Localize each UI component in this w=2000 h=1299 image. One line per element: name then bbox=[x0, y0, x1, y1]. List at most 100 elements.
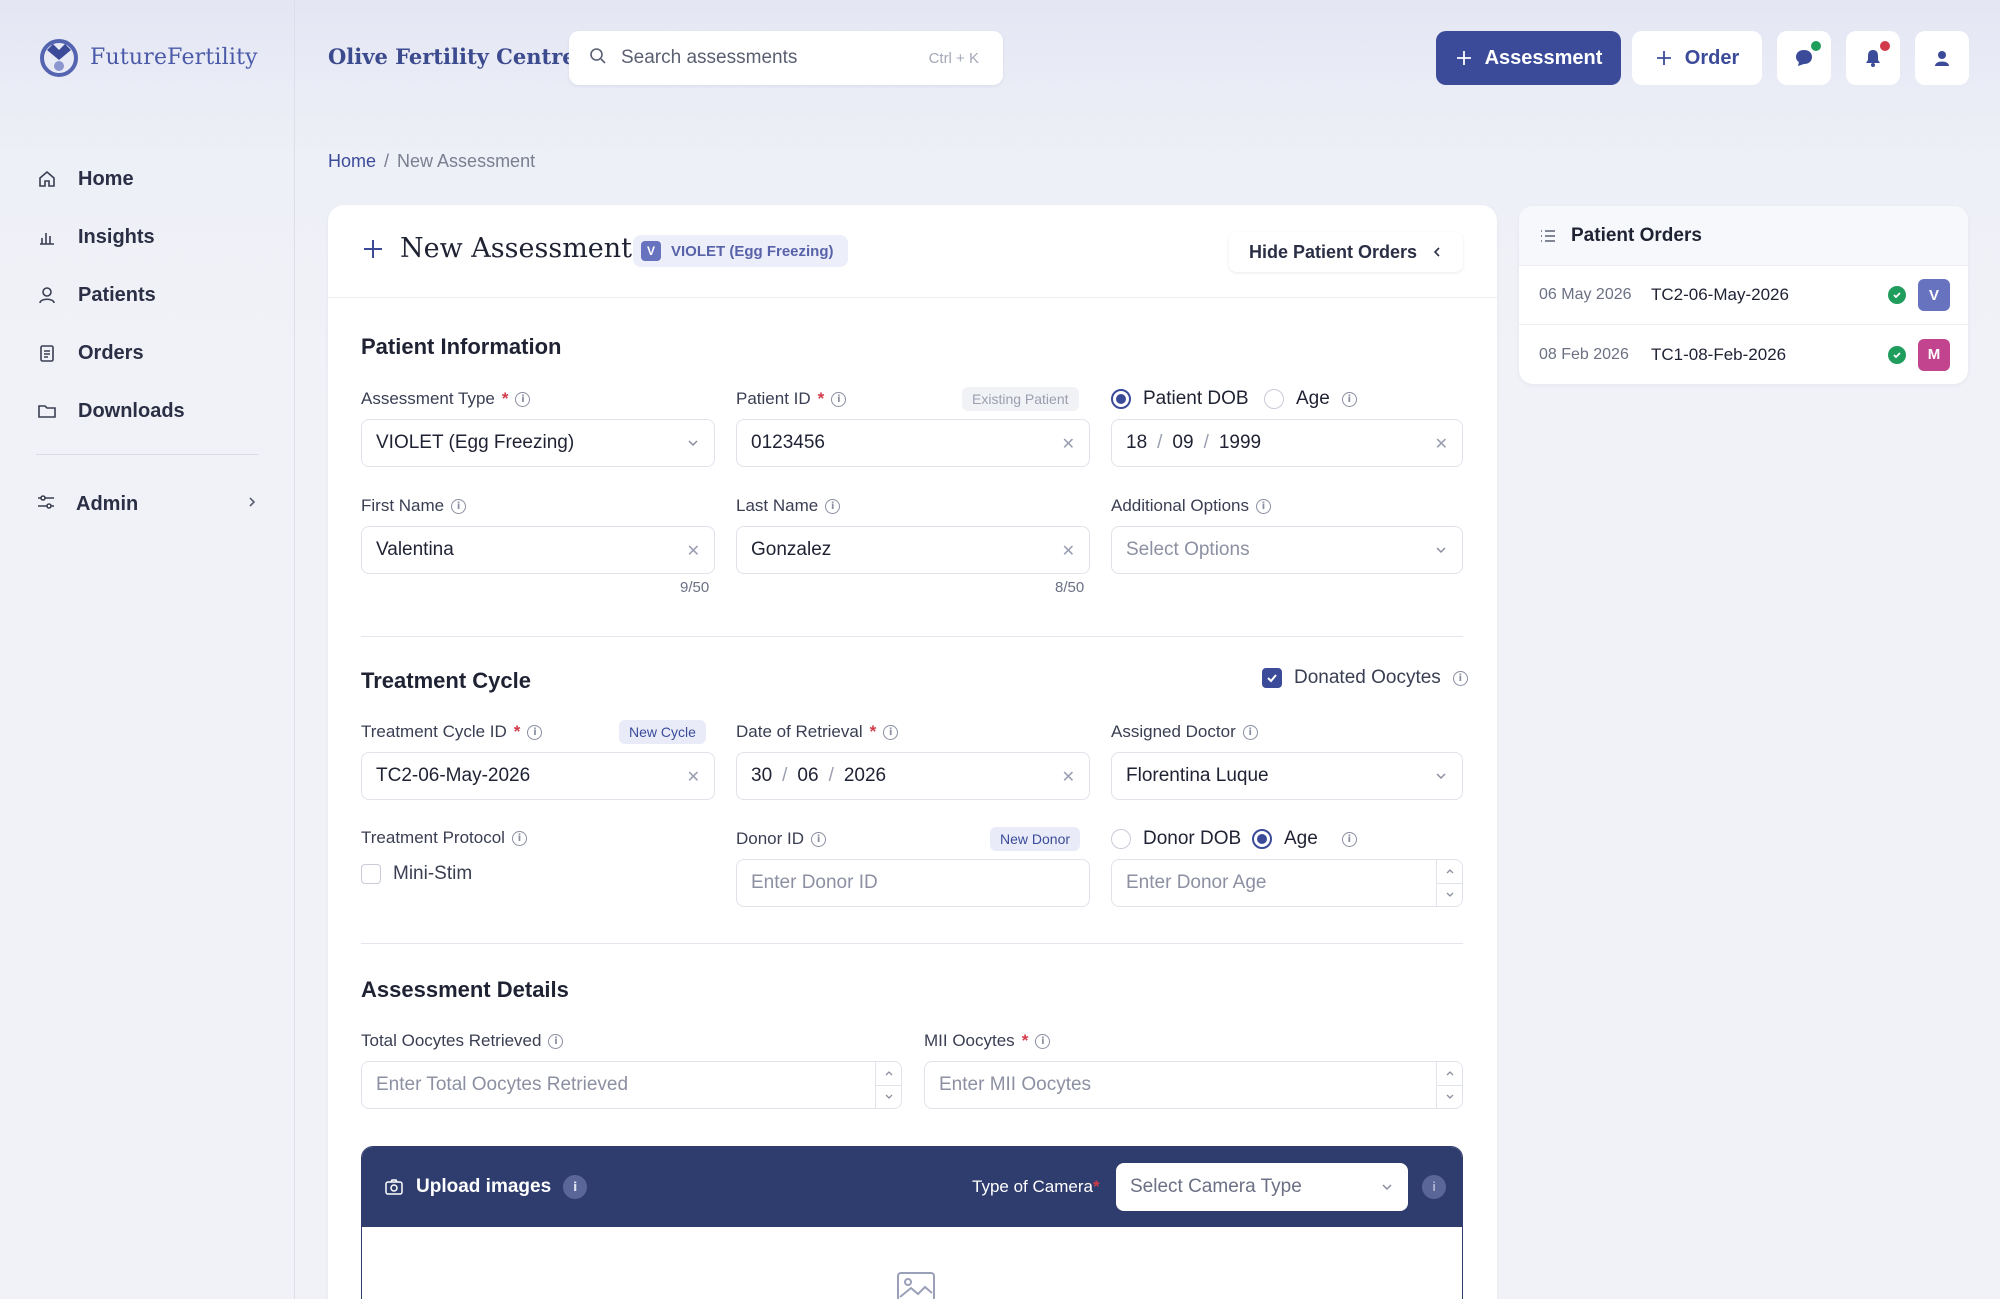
donated-oocytes-checkbox[interactable]: Donated Oocytes i bbox=[1262, 667, 1468, 689]
profile-button[interactable] bbox=[1915, 31, 1969, 85]
patient-dob-input[interactable]: 18 / 09 / 1999 ✕ bbox=[1111, 419, 1463, 467]
sidebar-item-label: Admin bbox=[76, 492, 139, 515]
date-of-retrieval-input[interactable]: 30 / 06 / 2026 ✕ bbox=[736, 752, 1090, 800]
increment-icon[interactable] bbox=[1437, 1062, 1462, 1085]
info-icon[interactable]: i bbox=[548, 1033, 564, 1049]
upload-title: Upload images i bbox=[384, 1175, 588, 1199]
messages-button[interactable] bbox=[1777, 31, 1831, 85]
clear-icon[interactable]: ✕ bbox=[687, 767, 700, 786]
upload-dropzone[interactable] bbox=[362, 1227, 1462, 1299]
info-icon[interactable]: i bbox=[1242, 724, 1258, 740]
patient-dob-radio[interactable]: Patient DOB bbox=[1111, 388, 1249, 410]
sidebar-item-admin[interactable]: Admin bbox=[36, 475, 258, 533]
sidebar-item-label: Home bbox=[78, 167, 134, 190]
new-order-button[interactable]: Order bbox=[1632, 31, 1762, 85]
retrieval-month[interactable]: 06 bbox=[797, 765, 818, 787]
info-icon[interactable]: i bbox=[511, 830, 527, 846]
assigned-doctor-label: Assigned Doctor i bbox=[1111, 722, 1258, 742]
info-icon[interactable]: i bbox=[563, 1175, 588, 1199]
order-avatar: V bbox=[1918, 279, 1950, 311]
retrieval-day[interactable]: 30 bbox=[751, 765, 772, 787]
dob-day[interactable]: 18 bbox=[1126, 432, 1147, 454]
radio-selected bbox=[1252, 829, 1272, 849]
assigned-doctor-select[interactable]: Florentina Luque bbox=[1111, 752, 1463, 800]
increment-icon[interactable] bbox=[1437, 860, 1462, 883]
donor-age-radio[interactable]: Age i bbox=[1252, 828, 1357, 850]
info-icon[interactable]: i bbox=[825, 498, 841, 514]
clear-icon[interactable]: ✕ bbox=[1062, 767, 1075, 786]
breadcrumb-home[interactable]: Home bbox=[328, 151, 376, 172]
info-icon[interactable]: i bbox=[811, 831, 827, 847]
hide-patient-orders-button[interactable]: Hide Patient Orders bbox=[1228, 232, 1463, 272]
clear-icon[interactable]: ✕ bbox=[1062, 541, 1075, 560]
info-icon[interactable]: i bbox=[1255, 498, 1271, 514]
info-icon[interactable]: i bbox=[527, 724, 543, 740]
clear-icon[interactable]: ✕ bbox=[1435, 434, 1448, 453]
increment-icon[interactable] bbox=[876, 1062, 901, 1085]
search-bar[interactable]: Ctrl + K bbox=[569, 31, 1003, 85]
new-assessment-button[interactable]: Assessment bbox=[1436, 31, 1621, 85]
label-text: Donor ID bbox=[736, 829, 805, 848]
search-input[interactable] bbox=[621, 47, 929, 69]
donor-dob-radio[interactable]: Donor DOB bbox=[1111, 828, 1241, 850]
clear-icon[interactable]: ✕ bbox=[687, 541, 700, 560]
assessment-form-card: New Assessment V VIOLET (Egg Freezing) H… bbox=[328, 205, 1497, 1299]
mii-oocytes-label: MII Oocytes * i bbox=[924, 1031, 1051, 1051]
sidebar-item-insights[interactable]: Insights bbox=[36, 208, 258, 266]
patient-age-radio[interactable]: Age i bbox=[1264, 388, 1357, 410]
mini-stim-checkbox[interactable]: Mini-Stim bbox=[361, 863, 472, 885]
decrement-icon[interactable] bbox=[1437, 882, 1462, 907]
mii-oocytes-input[interactable]: Enter MII Oocytes bbox=[924, 1061, 1463, 1109]
order-row[interactable]: 08 Feb 2026 TC1-08-Feb-2026 M bbox=[1519, 325, 1968, 384]
assessment-type-select[interactable]: VIOLET (Egg Freezing) bbox=[361, 419, 715, 467]
radio-label: Age bbox=[1284, 828, 1318, 849]
check-circle-icon bbox=[1888, 286, 1906, 304]
additional-options-label: Additional Options i bbox=[1111, 496, 1271, 516]
info-icon[interactable]: i bbox=[1452, 670, 1468, 686]
additional-options-placeholder: Select Options bbox=[1126, 539, 1250, 560]
label-text: Assigned Doctor bbox=[1111, 722, 1236, 741]
sidebar-item-home[interactable]: Home bbox=[36, 150, 258, 208]
sidebar-item-orders[interactable]: Orders bbox=[36, 324, 258, 382]
decrement-icon[interactable] bbox=[876, 1084, 901, 1109]
patient-id-label: Patient ID * i bbox=[736, 389, 847, 409]
sidebar-item-patients[interactable]: Patients bbox=[36, 266, 258, 324]
total-oocytes-label: Total Oocytes Retrieved i bbox=[361, 1031, 564, 1051]
info-icon[interactable]: i bbox=[883, 724, 899, 740]
dob-month[interactable]: 09 bbox=[1172, 432, 1193, 454]
dob-year[interactable]: 1999 bbox=[1219, 432, 1261, 454]
total-oocytes-input[interactable]: Enter Total Oocytes Retrieved bbox=[361, 1061, 902, 1109]
info-icon[interactable]: i bbox=[1341, 391, 1357, 407]
info-icon[interactable]: i bbox=[1035, 1033, 1051, 1049]
info-icon[interactable]: i bbox=[1422, 1175, 1446, 1199]
camera-type-select[interactable]: Select Camera Type bbox=[1116, 1163, 1408, 1211]
chat-icon bbox=[1796, 50, 1812, 66]
clear-icon[interactable]: ✕ bbox=[1062, 434, 1075, 453]
notifications-button[interactable] bbox=[1846, 31, 1900, 85]
info-icon[interactable]: i bbox=[451, 498, 467, 514]
treatment-cycle-id-input[interactable]: TC2-06-May-2026 ✕ bbox=[361, 752, 715, 800]
donor-age-input[interactable]: Enter Donor Age bbox=[1111, 859, 1463, 907]
first-name-value: Valentina bbox=[376, 539, 454, 560]
number-stepper[interactable] bbox=[1436, 1062, 1462, 1108]
label-text: Total Oocytes Retrieved bbox=[361, 1031, 542, 1050]
assessment-type-badge: V VIOLET (Egg Freezing) bbox=[633, 235, 848, 267]
additional-options-select[interactable]: Select Options bbox=[1111, 526, 1463, 574]
info-icon[interactable]: i bbox=[515, 391, 531, 407]
badge-letter: V bbox=[641, 241, 661, 261]
info-icon[interactable]: i bbox=[1341, 831, 1357, 847]
donor-id-input[interactable]: Enter Donor ID bbox=[736, 859, 1090, 907]
info-icon[interactable]: i bbox=[831, 391, 847, 407]
patient-id-input[interactable]: 0123456 ✕ bbox=[736, 419, 1090, 467]
order-row[interactable]: 06 May 2026 TC2-06-May-2026 V bbox=[1519, 266, 1968, 325]
brand-logo[interactable]: FutureFertility bbox=[38, 36, 258, 78]
sidebar-item-downloads[interactable]: Downloads bbox=[36, 382, 258, 440]
last-name-input[interactable]: Gonzalez ✕ bbox=[736, 526, 1090, 574]
sidebar-item-label: Patients bbox=[78, 283, 156, 306]
number-stepper[interactable] bbox=[875, 1062, 901, 1108]
first-name-input[interactable]: Valentina ✕ bbox=[361, 526, 715, 574]
decrement-icon[interactable] bbox=[1437, 1084, 1462, 1109]
order-date: 06 May 2026 bbox=[1539, 286, 1632, 303]
number-stepper[interactable] bbox=[1436, 860, 1462, 906]
retrieval-year[interactable]: 2026 bbox=[844, 765, 886, 787]
